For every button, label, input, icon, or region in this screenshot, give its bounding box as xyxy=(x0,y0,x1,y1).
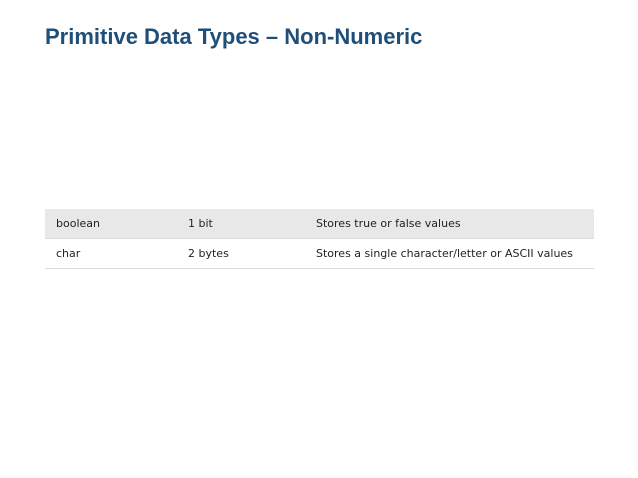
table-row: char 2 bytes Stores a single character/l… xyxy=(45,239,594,269)
type-cell: char xyxy=(56,247,81,260)
slide: Primitive Data Types – Non-Numeric boole… xyxy=(0,0,638,478)
description-cell: Stores true or false values xyxy=(316,217,461,230)
size-cell: 2 bytes xyxy=(188,247,229,260)
table-row: boolean 1 bit Stores true or false value… xyxy=(45,209,594,239)
description-cell: Stores a single character/letter or ASCI… xyxy=(316,247,573,260)
slide-title: Primitive Data Types – Non-Numeric xyxy=(45,24,423,49)
data-types-table: boolean 1 bit Stores true or false value… xyxy=(45,209,594,269)
size-cell: 1 bit xyxy=(188,217,213,230)
type-cell: boolean xyxy=(56,217,100,230)
